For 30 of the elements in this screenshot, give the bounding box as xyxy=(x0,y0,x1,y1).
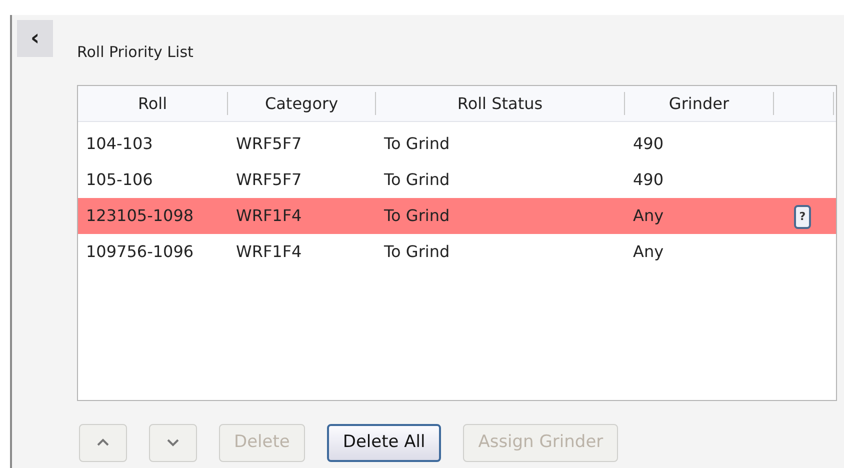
table-row[interactable]: 123105-1098 WRF1F4 To Grind Any ? xyxy=(78,198,836,234)
table-row[interactable]: 105-106 WRF5F7 To Grind 490 xyxy=(78,162,836,198)
chevron-up-icon xyxy=(97,438,109,448)
table-cell: 104-103 xyxy=(86,134,153,153)
help-button[interactable]: ? xyxy=(794,204,811,229)
collapse-button[interactable]: ‹ xyxy=(17,20,53,57)
column-header[interactable]: Roll Status xyxy=(376,92,625,115)
table-cell: WRF1F4 xyxy=(236,242,302,261)
panel-title: Roll Priority List xyxy=(77,42,194,63)
table-cell: 109756-1096 xyxy=(86,242,194,261)
column-header[interactable]: Category xyxy=(228,92,376,115)
table-cell: WRF5F7 xyxy=(236,134,302,153)
table-cell: Any xyxy=(633,206,664,225)
table-cell: WRF1F4 xyxy=(236,206,302,225)
column-header[interactable]: Roll xyxy=(78,92,228,115)
column-header[interactable]: Grinder xyxy=(625,92,774,115)
table-cell: Any xyxy=(633,242,664,261)
table-cell: To Grind xyxy=(384,134,450,153)
table-cell: To Grind xyxy=(384,206,450,225)
table-cell: 490 xyxy=(633,134,664,153)
table-cell: 105-106 xyxy=(86,170,153,189)
table-cell: WRF5F7 xyxy=(236,170,302,189)
action-button[interactable]: Delete All xyxy=(326,424,442,462)
table-row[interactable]: 104-103 WRF5F7 To Grind 490 xyxy=(78,126,836,162)
table-row[interactable]: 109756-1096 WRF1F4 To Grind Any xyxy=(78,234,836,270)
table-cell: To Grind xyxy=(384,242,450,261)
chevron-down-icon xyxy=(167,438,179,448)
table-cell: 490 xyxy=(633,170,664,189)
table-cell: To Grind xyxy=(384,170,450,189)
table-cell: 123105-1098 xyxy=(86,206,194,225)
